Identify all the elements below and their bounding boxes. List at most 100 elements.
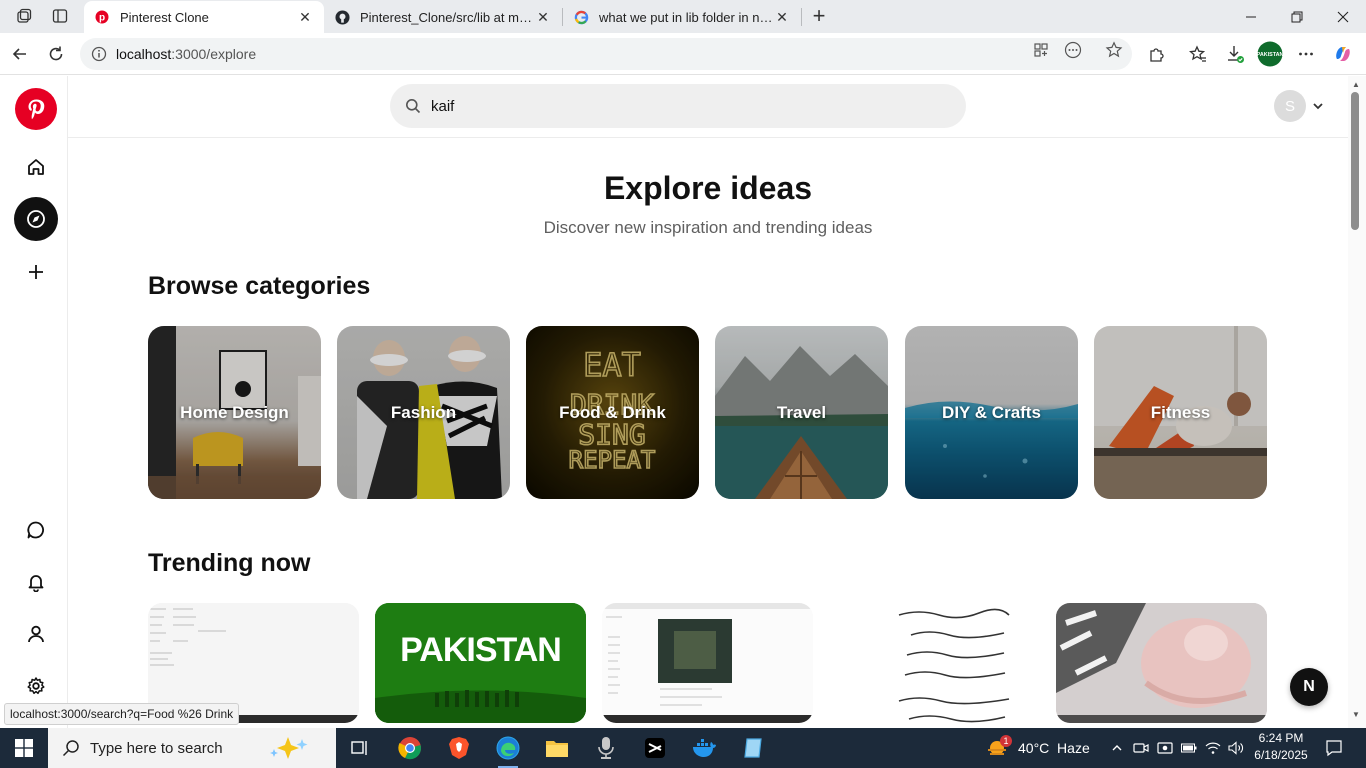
pinterest-logo[interactable] <box>15 88 57 130</box>
docker-app[interactable] <box>684 732 724 764</box>
category-card-travel[interactable]: Travel <box>715 326 888 499</box>
page-scrollbar[interactable]: ▲ ▼ <box>1348 76 1366 728</box>
wifi-icon[interactable] <box>1205 740 1221 756</box>
profile-avatar-icon[interactable]: PAKISTAN <box>1257 41 1283 67</box>
taskbar-clock[interactable]: 6:24 PM 6/18/2025 <box>1250 730 1312 766</box>
weather-badge: 1 <box>1000 735 1012 747</box>
app-available-icon[interactable] <box>1031 40 1051 60</box>
tab-google-search[interactable]: what we put in lib folder in nextjs ✕ <box>563 1 801 33</box>
taskbar-search[interactable]: Type here to search <box>48 728 336 768</box>
close-tab-icon[interactable]: ✕ <box>773 8 791 26</box>
scroll-up-icon[interactable]: ▲ <box>1350 78 1362 90</box>
tab-pinterest-clone[interactable]: p Pinterest Clone ✕ <box>84 1 324 33</box>
address-bar[interactable]: localhost:3000/explore <box>80 38 1132 70</box>
restore-icon[interactable] <box>1274 0 1320 33</box>
capcut-app[interactable] <box>635 732 675 764</box>
favorites-icon[interactable] <box>1187 43 1209 65</box>
volume-icon[interactable] <box>1228 740 1244 756</box>
new-tab-icon[interactable]: + <box>808 3 830 28</box>
windows-logo-icon <box>15 739 33 757</box>
category-label: Fashion <box>390 402 457 422</box>
copilot-icon[interactable] <box>1332 43 1354 65</box>
profile-nav-button[interactable] <box>14 612 58 656</box>
meet-now-icon[interactable] <box>1133 740 1149 756</box>
plus-icon <box>29 265 43 279</box>
downloads-icon[interactable] <box>1224 43 1246 65</box>
trending-pin-3[interactable] <box>602 603 813 723</box>
start-button[interactable] <box>0 728 48 768</box>
more-menu-icon[interactable] <box>1295 43 1317 65</box>
task-view-icon <box>351 741 367 755</box>
task-view-button[interactable] <box>340 732 380 764</box>
category-label: Fitness <box>1150 402 1211 422</box>
url-host: localhost <box>116 46 172 62</box>
messages-nav-button[interactable] <box>14 508 58 552</box>
refresh-icon[interactable] <box>43 41 69 67</box>
create-nav-button[interactable] <box>14 250 58 294</box>
urdu-poetry-image <box>829 603 1040 723</box>
tab-separator <box>801 8 802 26</box>
home-nav-button[interactable] <box>14 145 58 189</box>
pinterest-favicon-icon: p <box>94 9 110 25</box>
edge-icon <box>496 736 520 760</box>
folder-icon <box>546 741 568 757</box>
trending-now-heading: Trending now <box>148 549 311 577</box>
user-avatar[interactable]: S <box>1274 90 1306 122</box>
brave-app[interactable] <box>439 732 479 764</box>
clock-time: 6:24 PM <box>1258 731 1304 745</box>
extensions-icon[interactable] <box>1146 43 1168 65</box>
trending-pin-4[interactable] <box>829 603 1040 723</box>
minimize-icon[interactable] <box>1228 0 1274 33</box>
scroll-down-icon[interactable]: ▼ <box>1350 708 1362 720</box>
settings-nav-button[interactable] <box>14 664 58 708</box>
edge-app[interactable] <box>488 732 528 768</box>
scroll-thumb[interactable] <box>1351 92 1359 230</box>
trending-pin-2[interactable]: PAKISTAN <box>375 603 586 723</box>
category-card-fashion[interactable]: Fashion <box>337 326 510 499</box>
notification-center-icon[interactable] <box>1325 739 1343 757</box>
close-tab-icon[interactable]: ✕ <box>534 8 552 26</box>
chrome-app[interactable] <box>390 732 430 764</box>
notifications-nav-button[interactable] <box>14 560 58 604</box>
explore-nav-button[interactable] <box>14 197 58 241</box>
screen-capture-icon[interactable] <box>1157 740 1173 756</box>
nextjs-dev-button[interactable]: N <box>1290 668 1328 706</box>
battery-icon[interactable] <box>1181 740 1197 756</box>
tab-actions-icon[interactable] <box>49 5 71 27</box>
category-label: Food & Drink <box>559 402 666 422</box>
weather-widget[interactable]: 1 40°C Haze <box>986 728 1090 768</box>
app-sidebar <box>0 76 68 728</box>
read-aloud-icon[interactable] <box>1063 40 1083 60</box>
voice-recorder-app[interactable] <box>586 732 626 764</box>
category-label: Travel <box>776 402 827 422</box>
back-icon[interactable] <box>7 41 33 67</box>
tab-github[interactable]: Pinterest_Clone/src/lib at main · M ✕ <box>324 1 562 33</box>
url-path: :3000/explore <box>171 46 257 62</box>
category-card-home-design[interactable]: Home Design <box>148 326 321 499</box>
site-info-icon[interactable] <box>90 45 108 63</box>
svg-text:PAKISTAN: PAKISTAN <box>1257 52 1283 58</box>
trending-pin-5[interactable] <box>1056 603 1267 723</box>
close-window-icon[interactable] <box>1320 0 1366 33</box>
brave-lion-icon <box>449 737 469 759</box>
compass-icon <box>27 210 45 228</box>
workspaces-icon[interactable] <box>13 5 35 27</box>
google-favicon-icon <box>573 9 589 25</box>
category-card-diy-crafts[interactable]: DIY & Crafts <box>905 326 1078 499</box>
home-icon <box>28 159 44 175</box>
close-tab-icon[interactable]: ✕ <box>296 8 314 26</box>
category-card-fitness[interactable]: Fitness <box>1094 326 1267 499</box>
taskbar-search-placeholder: Type here to search <box>90 739 223 757</box>
search-input[interactable] <box>431 97 931 115</box>
chat-bubble-icon <box>27 521 44 539</box>
chevron-down-icon[interactable] <box>1310 98 1326 114</box>
show-hidden-icons-icon[interactable] <box>1109 740 1125 756</box>
notes-app[interactable] <box>733 732 773 764</box>
favorite-star-icon[interactable] <box>1104 40 1124 60</box>
category-card-food-drink[interactable]: EAT DRINK SING REPEAT Food & Drink <box>526 326 699 499</box>
search-bar[interactable] <box>390 84 966 128</box>
category-label: DIY & Crafts <box>942 402 1041 422</box>
kitten-image <box>1056 603 1267 723</box>
file-explorer-app[interactable] <box>537 732 577 764</box>
explore-main: Explore ideas Discover new inspiration a… <box>68 139 1348 728</box>
